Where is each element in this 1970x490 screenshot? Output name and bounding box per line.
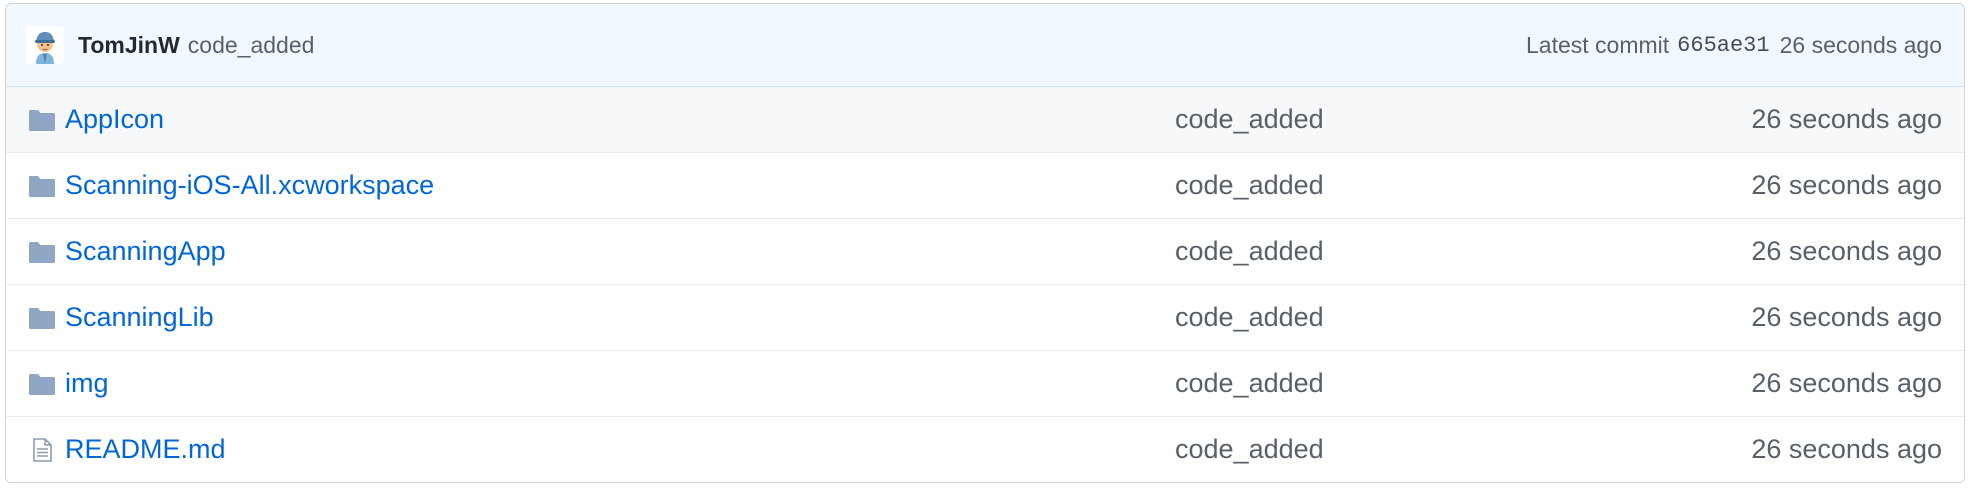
file-row: ScanningLib code_added 26 seconds ago — [6, 284, 1964, 350]
file-commit-message[interactable]: code_added — [1175, 434, 1324, 465]
file-row: img code_added 26 seconds ago — [6, 350, 1964, 416]
file-name-link[interactable]: img — [65, 368, 109, 399]
file-row: AppIcon code_added 26 seconds ago — [6, 87, 1964, 152]
file-age: 26 seconds ago — [1751, 170, 1942, 200]
file-age: 26 seconds ago — [1751, 368, 1942, 398]
file-commit-message[interactable]: code_added — [1175, 368, 1324, 399]
repo-file-browser: TomJinW code_added Latest commit 665ae31… — [5, 3, 1965, 483]
latest-commit-label: Latest commit — [1526, 31, 1670, 58]
file-name-link[interactable]: AppIcon — [65, 104, 164, 135]
file-age: 26 seconds ago — [1751, 104, 1942, 134]
file-age: 26 seconds ago — [1751, 434, 1942, 464]
file-row: README.md code_added 26 seconds ago — [6, 416, 1964, 482]
latest-commit-bar: TomJinW code_added Latest commit 665ae31… — [6, 4, 1964, 87]
commit-age: 26 seconds ago — [1779, 31, 1942, 58]
file-age: 26 seconds ago — [1751, 236, 1942, 266]
file-age: 26 seconds ago — [1751, 302, 1942, 332]
user-avatar[interactable] — [26, 26, 64, 64]
file-name-link[interactable]: ScanningLib — [65, 302, 214, 333]
file-row: ScanningApp code_added 26 seconds ago — [6, 218, 1964, 284]
commit-author[interactable]: TomJinW — [78, 32, 180, 59]
file-commit-message[interactable]: code_added — [1175, 236, 1324, 267]
file-name-link[interactable]: ScanningApp — [65, 236, 226, 267]
file-commit-message[interactable]: code_added — [1175, 302, 1324, 333]
file-list: AppIcon code_added 26 seconds ago Scanni… — [6, 87, 1964, 482]
file-commit-message[interactable]: code_added — [1175, 170, 1324, 201]
file-text-icon — [33, 437, 52, 462]
file-name-link[interactable]: Scanning-iOS-All.xcworkspace — [65, 170, 434, 201]
file-commit-message[interactable]: code_added — [1175, 104, 1324, 135]
folder-icon — [29, 373, 55, 395]
folder-icon — [29, 241, 55, 263]
folder-icon — [29, 109, 55, 131]
folder-icon — [29, 175, 55, 197]
file-name-link[interactable]: README.md — [65, 434, 226, 465]
folder-icon — [29, 307, 55, 329]
file-row: Scanning-iOS-All.xcworkspace code_added … — [6, 152, 1964, 218]
commit-sha[interactable]: 665ae31 — [1677, 33, 1769, 58]
commit-message[interactable]: code_added — [188, 32, 315, 59]
